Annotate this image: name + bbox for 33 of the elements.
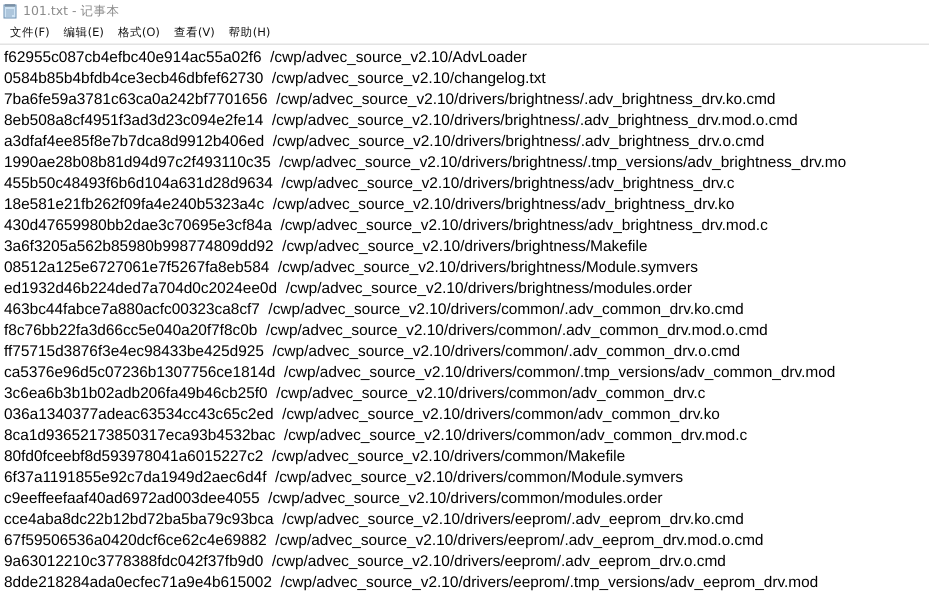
text-line: a3dfaf4ee85f8e7b7dca8d9912b406ed /cwp/advec_source_v2.10/drivers/brightness/.adv_brightness_drv.o.cmd [4,132,764,152]
text-line: ed1932d46b224ded7a704d0c2024ee0d /cwp/advec_source_v2.10/drivers/brightness/modules.order [4,279,692,299]
text-line: 18e581e21fb262f09fa4e240b5323a4c /cwp/advec_source_v2.10/drivers/brightness/adv_brightness_drv.ko [4,195,734,215]
menu-item[interactable]: 帮助(H) [222,23,278,42]
text-line: 036a1340377adeac63534cc43c65c2ed /cwp/advec_source_v2.10/drivers/common/adv_common_drv.ko [4,405,720,425]
text-line: 430d47659980bb2dae3c70695e3cf84a /cwp/advec_source_v2.10/drivers/brightness/adv_brightness_drv.mod.c [4,216,768,236]
menu-item[interactable]: 编辑(E) [56,23,111,42]
text-line: 0584b85b4bfdb4ce3ecb46dbfef62730 /cwp/advec_source_v2.10/changelog.txt [4,69,546,89]
text-line: 8eb508a8cf4951f3ad3d23c094e2fe14 /cwp/advec_source_v2.10/drivers/brightness/.adv_brightness_drv.mod.o.cmd [4,111,798,131]
notepad-icon [3,3,17,19]
text-line: ff75715d3876f3e4ec98433be425d925 /cwp/advec_source_v2.10/drivers/common/.adv_common_drv.o.cmd [4,342,740,362]
text-line: c9eeffeefaaf40ad6972ad003dee4055 /cwp/advec_source_v2.10/drivers/common/modules.order [4,489,663,509]
menu-item[interactable]: 格式(O) [110,23,167,42]
text-line: 80fd0fceebf8d593978041a6015227c2 /cwp/advec_source_v2.10/drivers/common/Makefile [4,447,626,467]
text-line: 3a6f3205a562b85980b998774809dd92 /cwp/advec_source_v2.10/drivers/brightness/Makefile [4,237,648,257]
text-line: f8c76bb22fa3d66cc5e040a20f7f8c0b /cwp/advec_source_v2.10/drivers/common/.adv_common_drv.mod.o.cmd [4,321,768,341]
text-line: 6f37a1191855e92c7da1949d2aec6d4f /cwp/advec_source_v2.10/drivers/common/Module.symvers [4,468,684,488]
text-line: ca5376e96d5c07236b1307756ce1814d /cwp/advec_source_v2.10/drivers/common/.tmp_versions/adv_common_drv.mod [4,363,836,383]
text-line: 9a63012210c3778388fdc042f37fb9d0 /cwp/advec_source_v2.10/drivers/eeprom/.adv_eeprom_drv.o.cmd [4,552,726,572]
window-title: 101.txt - 记事本 [23,2,120,20]
text-line: 67f59506536a0420dcf6ce62c4e69882 /cwp/advec_source_v2.10/drivers/eeprom/.adv_eeprom_drv.mod.o.cmd [4,531,764,551]
text-line: 8ca1d93652173850317eca93b4532bac /cwp/advec_source_v2.10/drivers/common/adv_common_drv.mod.c [4,426,748,446]
menu-item[interactable]: 查看(V) [166,23,222,42]
text-line: 8dde218284ada0ecfec71a9e4b615002 /cwp/advec_source_v2.10/drivers/eeprom/.tmp_versions/adv_eeprom_drv.mod [4,573,818,593]
text-line: cce4aba8dc22b12bd72ba5ba79c93bca /cwp/advec_source_v2.10/drivers/eeprom/.adv_eeprom_drv.ko.cmd [4,510,744,530]
text-line: 7ba6fe59a3781c63ca0a242bf7701656 /cwp/advec_source_v2.10/drivers/brightness/.adv_brightness_drv.ko.cmd [4,90,776,110]
text-line: 1990ae28b08b81d94d97c2f493110c35 /cwp/advec_source_v2.10/drivers/brightness/.tmp_versions/adv_brightness_drv.mo [4,153,846,173]
menu-item[interactable]: 文件(F) [3,23,57,42]
text-line: 08512a125e6727061e7f5267fa8eb584 /cwp/advec_source_v2.10/drivers/brightness/Module.symvers [4,258,698,278]
text-line: f62955c087cb4efbc40e914ac55a02f6 /cwp/advec_source_v2.10/AdvLoader [4,48,527,68]
text-line: 3c6ea6b3b1b02adb206fa49b46cb25f0 /cwp/advec_source_v2.10/drivers/common/adv_common_drv.c [4,384,706,404]
text-line: 463bc44fabce7a880acfc00323ca8cf7 /cwp/advec_source_v2.10/drivers/common/.adv_common_drv.ko.cmd [4,300,744,320]
text-line: 455b50c48493f6b6d104a631d28d9634 /cwp/advec_source_v2.10/drivers/brightness/adv_brightness_drv.c [4,174,734,194]
